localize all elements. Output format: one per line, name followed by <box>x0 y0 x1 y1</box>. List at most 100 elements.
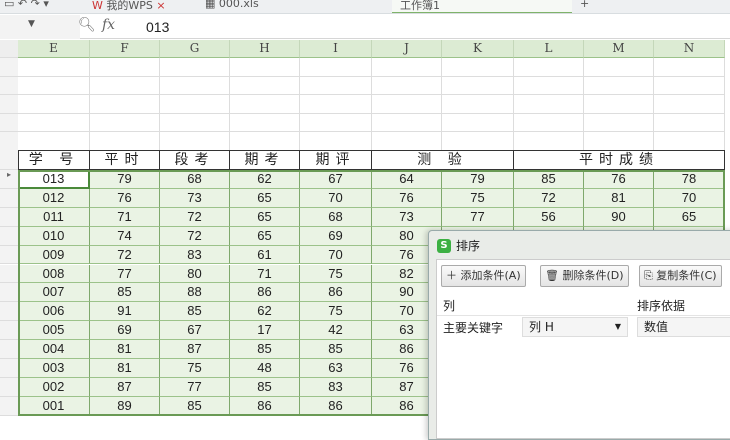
table-cell[interactable]: 77 <box>442 207 514 227</box>
table-cell[interactable]: 72 <box>160 207 230 227</box>
table-cell[interactable]: 76 <box>90 188 160 208</box>
table-cell[interactable]: 75 <box>442 188 514 208</box>
table-cell[interactable]: 65 <box>230 188 300 208</box>
table-cell[interactable]: 86 <box>230 396 300 416</box>
corner[interactable] <box>0 40 18 58</box>
cell[interactable] <box>442 95 514 114</box>
cell[interactable] <box>18 95 90 114</box>
row-header[interactable]: ▸ <box>0 170 18 189</box>
row-header[interactable] <box>0 377 18 397</box>
table-cell[interactable]: 83 <box>300 377 372 397</box>
table-cell[interactable]: 69 <box>90 321 160 341</box>
formula-input[interactable]: 013 <box>146 19 169 35</box>
cell[interactable] <box>160 58 230 77</box>
table-cell[interactable]: 89 <box>90 396 160 416</box>
tab-workbook1[interactable]: 工作簿1 <box>392 0 572 13</box>
table-cell[interactable]: 81 <box>90 340 160 359</box>
table-cell[interactable]: 009 <box>18 245 90 265</box>
table-cell[interactable]: 64 <box>372 170 442 189</box>
cell[interactable] <box>90 58 160 77</box>
row-header[interactable] <box>0 150 18 170</box>
cell[interactable] <box>584 58 654 77</box>
table-cell[interactable]: 001 <box>18 396 90 416</box>
row-header[interactable] <box>0 340 18 359</box>
cell[interactable] <box>230 113 300 132</box>
header-cell-c4[interactable]: 期评 <box>300 150 372 170</box>
quick-access-icons[interactable]: ▭ ↶ ↷ ▾ <box>4 0 49 10</box>
table-cell[interactable]: 68 <box>300 207 372 227</box>
add-condition-button[interactable]: ＋ 添加条件(A) <box>441 265 526 287</box>
table-cell[interactable]: 005 <box>18 321 90 341</box>
table-cell[interactable]: 63 <box>300 359 372 378</box>
chevron-down-icon[interactable]: ▼ <box>28 19 35 29</box>
table-cell[interactable]: 56 <box>514 207 584 227</box>
table-cell[interactable]: 87 <box>160 340 230 359</box>
row-header[interactable] <box>0 76 18 95</box>
table-cell[interactable]: 48 <box>230 359 300 378</box>
table-cell[interactable]: 85 <box>160 396 230 416</box>
row-header[interactable] <box>0 207 18 227</box>
table-cell[interactable]: 85 <box>90 283 160 303</box>
cell[interactable] <box>372 95 442 114</box>
table-cell[interactable]: 90 <box>584 207 654 227</box>
table-cell[interactable]: 76 <box>372 188 442 208</box>
table-cell[interactable]: 86 <box>300 283 372 303</box>
column-header-J[interactable]: J <box>372 40 442 58</box>
cell[interactable] <box>90 95 160 114</box>
table-cell[interactable]: 71 <box>230 264 300 284</box>
cell[interactable] <box>372 113 442 132</box>
table-cell[interactable]: 012 <box>18 188 90 208</box>
cell[interactable] <box>300 58 372 77</box>
table-cell[interactable]: 72 <box>160 226 230 246</box>
table-cell[interactable]: 81 <box>90 359 160 378</box>
table-cell[interactable]: 68 <box>160 170 230 189</box>
table-cell[interactable]: 80 <box>160 264 230 284</box>
cell[interactable] <box>584 113 654 132</box>
table-cell[interactable]: 87 <box>90 377 160 397</box>
cell[interactable] <box>18 58 90 77</box>
table-cell[interactable]: 70 <box>300 188 372 208</box>
table-cell[interactable]: 76 <box>584 170 654 189</box>
table-cell[interactable]: 013 <box>18 170 90 189</box>
cell[interactable] <box>230 132 300 151</box>
cell[interactable] <box>514 58 584 77</box>
copy-condition-button[interactable]: ⎘ 复制条件(C) <box>639 265 722 287</box>
row-header[interactable] <box>0 359 18 378</box>
table-cell[interactable]: 70 <box>300 245 372 265</box>
cell[interactable] <box>300 95 372 114</box>
cell[interactable] <box>300 113 372 132</box>
table-cell[interactable]: 88 <box>160 283 230 303</box>
row-header[interactable] <box>0 302 18 322</box>
table-cell[interactable]: 85 <box>230 340 300 359</box>
row-header[interactable] <box>0 58 18 77</box>
cell[interactable] <box>230 95 300 114</box>
cell[interactable] <box>584 76 654 95</box>
header-cell-c5[interactable]: 测 验 <box>372 150 514 170</box>
column-header-L[interactable]: L <box>514 40 584 58</box>
table-cell[interactable]: 003 <box>18 359 90 378</box>
table-cell[interactable]: 67 <box>300 170 372 189</box>
delete-condition-button[interactable]: 🗑︎ 删除条件(D) <box>540 265 629 287</box>
table-cell[interactable]: 010 <box>18 226 90 246</box>
table-cell[interactable]: 69 <box>300 226 372 246</box>
cell[interactable] <box>442 76 514 95</box>
column-header-G[interactable]: G <box>160 40 230 58</box>
column-header-H[interactable]: H <box>230 40 300 58</box>
cell[interactable] <box>584 95 654 114</box>
table-cell[interactable]: 91 <box>90 302 160 322</box>
table-cell[interactable]: 83 <box>160 245 230 265</box>
table-cell[interactable]: 77 <box>90 264 160 284</box>
cell[interactable] <box>654 95 725 114</box>
row-header[interactable] <box>0 283 18 303</box>
table-cell[interactable]: 71 <box>90 207 160 227</box>
cell[interactable] <box>90 113 160 132</box>
table-cell[interactable]: 85 <box>300 340 372 359</box>
cell[interactable] <box>160 113 230 132</box>
table-cell[interactable]: 70 <box>654 188 725 208</box>
table-cell[interactable]: 62 <box>230 302 300 322</box>
table-cell[interactable]: 86 <box>300 396 372 416</box>
column-header-K[interactable]: K <box>442 40 514 58</box>
cell[interactable] <box>160 95 230 114</box>
table-cell[interactable]: 81 <box>584 188 654 208</box>
table-cell[interactable]: 79 <box>442 170 514 189</box>
